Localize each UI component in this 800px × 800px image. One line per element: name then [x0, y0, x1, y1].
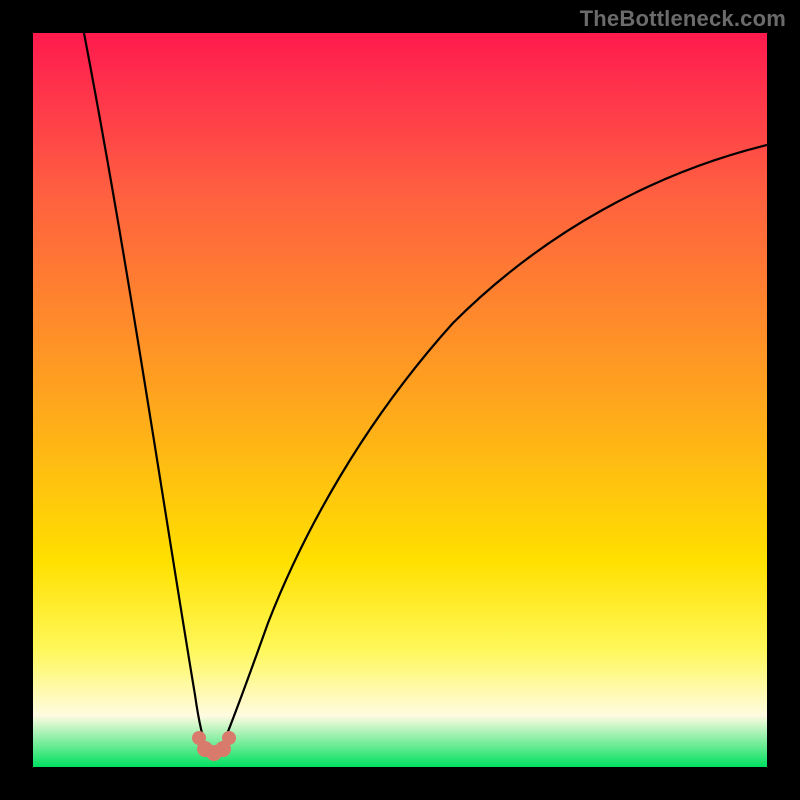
optimum-marker — [192, 731, 236, 761]
curve-left-branch — [84, 33, 208, 751]
watermark-text: TheBottleneck.com — [580, 6, 786, 32]
bottleneck-curve — [33, 33, 767, 767]
curve-right-branch — [220, 145, 767, 751]
